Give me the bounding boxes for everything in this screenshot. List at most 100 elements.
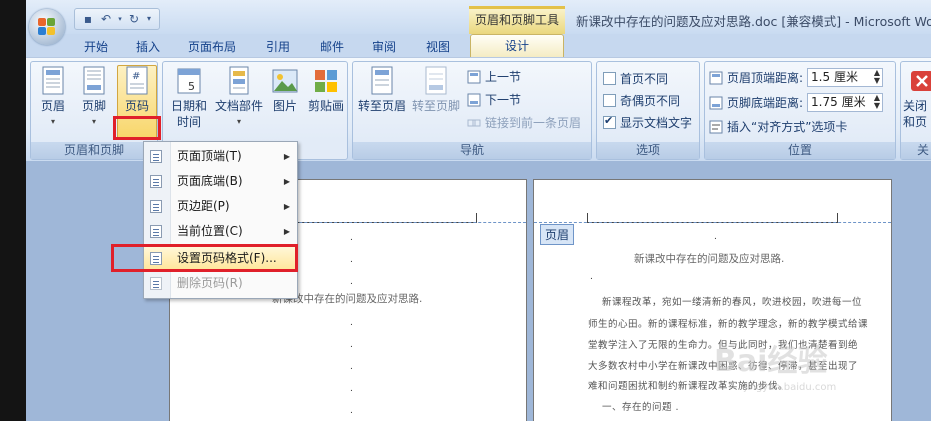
header-distance-icon — [709, 71, 723, 85]
header-distance-input[interactable]: 1.5 厘米 ▲ ▼ — [807, 68, 884, 87]
ribbon-tabs: 开始 插入 页面布局 引用 邮件 审阅 视图 设计 — [26, 34, 931, 58]
page-number-icon: # — [124, 66, 150, 96]
spin-arrows-icon: ▲ ▼ — [873, 68, 881, 85]
submenu-arrow-icon: ▶ — [283, 177, 290, 186]
next-section-icon — [467, 93, 481, 107]
alignment-tab-icon — [709, 120, 723, 134]
redo-icon[interactable]: ↻ — [127, 12, 141, 26]
previous-section-icon — [467, 70, 481, 84]
different-first-page-checkbox[interactable]: 首页不同 — [603, 70, 668, 87]
goto-header-button[interactable]: 转至页眉 — [357, 66, 407, 114]
header-boundary-line — [534, 222, 891, 223]
qat-customize-icon[interactable]: ▾ — [145, 12, 153, 26]
different-odd-even-checkbox[interactable]: 奇偶页不同 — [603, 92, 680, 109]
close-header-footer-button[interactable]: 关闭 和页 — [901, 66, 931, 130]
highlight-format-page-numbers — [111, 244, 298, 272]
menu-item-top-of-page[interactable]: 页面顶端(T) ▶ — [144, 145, 297, 168]
word-window: ▪ ↶ ▾ ↻ ▾ 页眉和页脚工具 新课改中存在的问题及应对思路.doc [兼容… — [26, 0, 931, 421]
tab-view[interactable]: 视图 — [426, 38, 450, 55]
office-logo-icon — [38, 18, 56, 36]
calendar-icon: 5 — [176, 66, 202, 96]
group-close: 关闭 和页 关 — [900, 61, 931, 160]
document-page-right[interactable]: 页眉 . 新课改中存在的问题及应对思路. . 新课程改革，宛如一缕清新的春风，吹… — [533, 179, 892, 421]
submenu-arrow-icon: ▶ — [283, 227, 290, 236]
svg-text:5: 5 — [188, 80, 195, 93]
show-document-text-check[interactable] — [603, 114, 616, 129]
watermark-url: jingyan.baidu.com — [744, 382, 837, 393]
footer-distance-input[interactable]: 1.75 厘米 ▲ ▼ — [807, 93, 884, 112]
header-label-tag: 页眉 — [540, 224, 575, 245]
next-section-button[interactable]: 下一节 — [467, 91, 521, 108]
page-margins-icon — [150, 200, 162, 213]
group-label-close: 关 — [901, 142, 931, 159]
group-header-footer: 页眉 ▾ 页脚 ▾ # 页码 页眉和页脚 — [30, 61, 158, 160]
footer-icon — [81, 66, 107, 96]
goto-footer-button[interactable]: 转至页脚 — [411, 66, 461, 114]
footer-button[interactable]: 页脚 ▾ — [74, 66, 114, 130]
tab-home[interactable]: 开始 — [84, 38, 108, 55]
svg-text:#: # — [132, 71, 140, 82]
bottom-of-page-icon — [150, 175, 162, 188]
group-label-position: 位置 — [705, 142, 895, 159]
highlight-page-number-arrow — [113, 116, 161, 140]
goto-header-icon — [369, 66, 395, 96]
footer-distance-icon — [709, 96, 723, 110]
different-odd-even-check[interactable] — [603, 94, 616, 107]
paragraph-line: 新课程改革，宛如一缕清新的春风，吹进校园，吹进每一位 — [602, 297, 863, 308]
undo-icon[interactable]: ↶ — [99, 12, 113, 26]
menu-item-page-margins[interactable]: 页边距(P) ▶ — [144, 195, 297, 218]
clipart-button[interactable]: 剪贴画 — [305, 66, 347, 114]
group-navigation: 转至页眉 转至页脚 上一节 下一节 链接到前一条页眉 导航 — [352, 61, 592, 160]
date-time-button[interactable]: 5 日期和 时间 — [167, 66, 211, 130]
save-icon[interactable]: ▪ — [81, 12, 95, 26]
title-bar: ▪ ↶ ▾ ↻ ▾ 页眉和页脚工具 新课改中存在的问题及应对思路.doc [兼容… — [26, 0, 931, 34]
top-of-page-icon — [150, 150, 162, 163]
spin-arrows-icon: ▲ ▼ — [873, 93, 881, 110]
paragraph-line: 师生的心田。新的课程标准，新的教学理念，新的教学模式给课 — [588, 319, 869, 330]
quick-parts-button[interactable]: 文档部件 ▾ — [213, 66, 265, 130]
close-icon — [908, 66, 931, 96]
undo-dropdown-icon[interactable]: ▾ — [117, 12, 123, 26]
tab-mailings[interactable]: 邮件 — [320, 38, 344, 55]
current-position-icon — [150, 225, 162, 238]
tab-insert[interactable]: 插入 — [136, 38, 160, 55]
group-label-header-footer: 页眉和页脚 — [31, 142, 157, 159]
tab-design[interactable]: 设计 — [470, 34, 564, 58]
link-to-previous-button[interactable]: 链接到前一条页眉 — [467, 114, 581, 131]
picture-button[interactable]: 图片 — [267, 66, 303, 114]
window-title: 新课改中存在的问题及应对思路.doc [兼容模式] - Microsoft Wo… — [576, 14, 931, 29]
header-distance-row: 页眉顶端距离: 1.5 厘米 ▲ ▼ — [709, 68, 884, 87]
tab-page-layout[interactable]: 页面布局 — [188, 38, 236, 55]
group-label-navigation: 导航 — [353, 142, 591, 159]
document-title-right: 新课改中存在的问题及应对思路. — [634, 253, 785, 265]
tab-review[interactable]: 审阅 — [372, 38, 396, 55]
different-first-page-check[interactable] — [603, 72, 616, 85]
paragraph-line: 一、存在的问题 . — [602, 402, 680, 413]
context-tab-group-label: 页眉和页脚工具 — [469, 6, 565, 34]
menu-item-bottom-of-page[interactable]: 页面底端(B) ▶ — [144, 170, 297, 193]
office-button[interactable] — [29, 9, 65, 45]
quick-parts-icon — [226, 66, 252, 96]
menu-item-remove-page-numbers[interactable]: 删除页码(R) — [144, 272, 297, 295]
show-document-text-checkbox[interactable]: 显示文档文字 — [603, 114, 692, 131]
tab-references[interactable]: 引用 — [266, 38, 290, 55]
submenu-arrow-icon: ▶ — [283, 152, 290, 161]
group-position: 页眉顶端距离: 1.5 厘米 ▲ ▼ 页脚底端距离: 1.75 厘米 ▲ ▼ 插入“对齐… — [704, 61, 896, 160]
remove-page-numbers-icon — [150, 277, 162, 290]
quick-access-toolbar: ▪ ↶ ▾ ↻ ▾ — [74, 8, 160, 30]
group-label-options: 选项 — [597, 142, 699, 159]
picture-icon — [272, 66, 298, 96]
submenu-arrow-icon: ▶ — [283, 202, 290, 211]
header-button[interactable]: 页眉 ▾ — [33, 66, 73, 130]
page-number-menu: 页面顶端(T) ▶ 页面底端(B) ▶ 页边距(P) ▶ 当前位置(C) ▶ 设… — [143, 141, 298, 299]
clipart-icon — [313, 66, 339, 96]
footer-distance-row: 页脚底端距离: 1.75 厘米 ▲ ▼ — [709, 93, 884, 112]
group-options: 首页不同 奇偶页不同 显示文档文字 选项 — [596, 61, 700, 160]
goto-footer-icon — [423, 66, 449, 96]
previous-section-button[interactable]: 上一节 — [467, 68, 521, 85]
link-icon — [467, 116, 481, 130]
watermark-logo: Bai经验 — [714, 344, 828, 379]
header-icon — [40, 66, 66, 96]
menu-item-current-position[interactable]: 当前位置(C) ▶ — [144, 220, 297, 243]
insert-alignment-tab-button[interactable]: 插入“对齐方式”选项卡 — [709, 118, 847, 135]
